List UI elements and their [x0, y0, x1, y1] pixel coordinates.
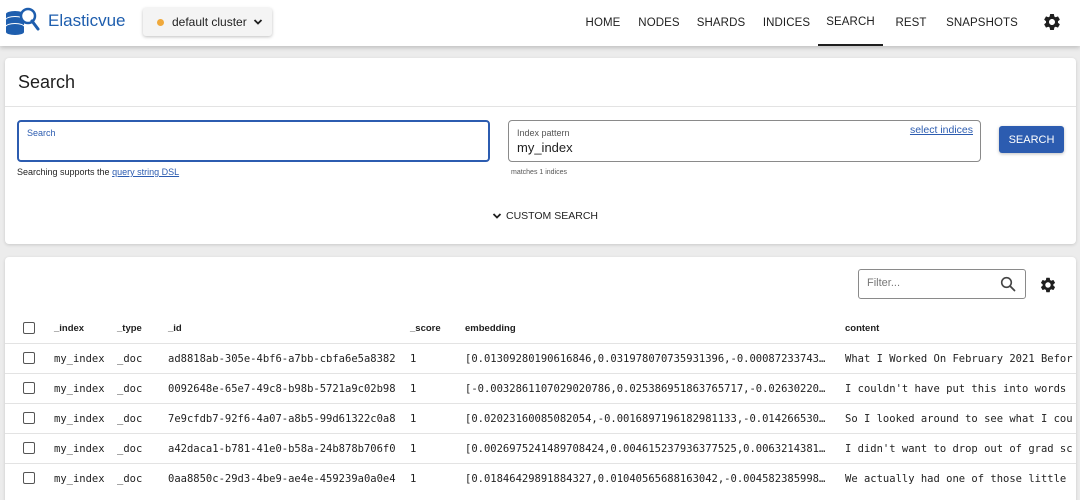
cell-embedding: [0.0026975241489708424,0.004615237936377…: [465, 443, 826, 455]
row-checkbox[interactable]: [23, 442, 35, 454]
search-title: Search: [18, 72, 76, 92]
nav-snapshots[interactable]: SNAPSHOTS: [942, 0, 1022, 46]
index-pattern-label: Index pattern: [517, 128, 570, 138]
chevron-down-icon: [492, 213, 502, 219]
row-checkbox[interactable]: [23, 382, 35, 394]
chevron-down-icon: [253, 19, 262, 25]
index-pattern-field[interactable]: Index pattern my_index select indices: [508, 120, 981, 162]
cell-index: my_index: [54, 443, 105, 455]
table-settings-gear-icon[interactable]: [1039, 276, 1057, 294]
cell-id: a42daca1-b781-41e0-b58a-24b878b706f0: [168, 443, 396, 455]
cell-content: We actually had one of those little: [845, 473, 1067, 485]
select-all-checkbox[interactable]: [23, 322, 35, 334]
search-hint: Searching supports the query string DSL: [17, 167, 179, 177]
cluster-selector-button[interactable]: default cluster: [143, 8, 272, 36]
matches-count: matches 1 indices: [511, 169, 568, 176]
table-row[interactable]: my_index _doc 7e9cfdb7-92f6-4a07-a8b5-99…: [5, 403, 1076, 433]
cell-score: 1: [410, 413, 417, 425]
cell-id: 0092648e-65e7-49c8-b98b-5721a9c02b98: [168, 383, 396, 395]
cell-embedding: [-0.0032861107029020786,0.02538695186376…: [465, 383, 826, 395]
top-app-bar: Elasticvue default cluster HOME NODES SH…: [0, 0, 1080, 46]
filter-field[interactable]: [858, 269, 1026, 299]
settings-gear-icon[interactable]: [1042, 12, 1062, 32]
column-header-content[interactable]: content: [845, 323, 879, 334]
nav-shards[interactable]: SHARDS: [692, 0, 750, 46]
cell-score: 1: [410, 353, 417, 365]
row-checkbox[interactable]: [23, 412, 35, 424]
cell-content: What I Worked On February 2021 Befor: [845, 353, 1073, 365]
cell-index: my_index: [54, 353, 105, 365]
row-checkbox[interactable]: [23, 472, 35, 484]
cell-type: _doc: [117, 413, 143, 425]
cell-id: 0aa8850c-29d3-4be9-ae4e-459239a0a0e4: [168, 473, 396, 485]
select-indices-link[interactable]: select indices: [910, 124, 973, 136]
cell-index: my_index: [54, 413, 105, 425]
search-button[interactable]: SEARCH: [999, 126, 1064, 153]
query-string-dsl-link[interactable]: query string DSL: [112, 167, 179, 177]
cell-index: my_index: [54, 383, 105, 395]
search-hint-text: Searching supports the: [17, 167, 113, 177]
table-row[interactable]: my_index _doc 0aa8850c-29d3-4be9-ae4e-45…: [5, 463, 1076, 493]
column-header-index[interactable]: _index: [54, 323, 84, 334]
cell-embedding: [0.02023160085082054,-0.0016897196182981…: [465, 413, 826, 425]
row-checkbox[interactable]: [23, 352, 35, 364]
cell-embedding: [0.01309280190616846,0.03197807073593139…: [465, 353, 826, 365]
results-card: _index _type _id _score embedding conten…: [5, 257, 1076, 500]
cell-type: _doc: [117, 353, 143, 365]
search-input-label: Search: [27, 128, 56, 138]
nav-search[interactable]: SEARCH: [818, 0, 883, 46]
filter-input[interactable]: [867, 277, 987, 289]
cell-type: _doc: [117, 443, 143, 455]
nav-indices[interactable]: INDICES: [759, 0, 814, 46]
divider: [5, 106, 1076, 107]
column-header-type[interactable]: _type: [117, 323, 142, 334]
custom-search-toggle[interactable]: CUSTOM SEARCH: [492, 210, 598, 222]
search-card: Search Search Searching supports the que…: [5, 58, 1076, 244]
custom-search-label: CUSTOM SEARCH: [506, 210, 598, 222]
cell-index: my_index: [54, 473, 105, 485]
elasticvue-logo-icon[interactable]: [4, 5, 40, 39]
cell-type: _doc: [117, 473, 143, 485]
cell-score: 1: [410, 473, 417, 485]
table-row[interactable]: my_index _doc 0092648e-65e7-49c8-b98b-57…: [5, 373, 1076, 403]
cell-content: So I looked around to see what I cou: [845, 413, 1073, 425]
search-icon: [1000, 276, 1016, 292]
column-header-score[interactable]: _score: [410, 323, 441, 334]
cell-score: 1: [410, 443, 417, 455]
cell-id: ad8818ab-305e-4bf6-a7bb-cbfa6e5a8382: [168, 353, 396, 365]
index-pattern-value: my_index: [517, 140, 573, 155]
cell-content: I didn't want to drop out of grad sc: [845, 443, 1073, 455]
app-title[interactable]: Elasticvue: [48, 11, 125, 31]
cell-score: 1: [410, 383, 417, 395]
nav-rest[interactable]: REST: [891, 0, 931, 46]
column-header-id[interactable]: _id: [168, 323, 182, 334]
cluster-status-dot: [157, 18, 164, 26]
table-row[interactable]: my_index _doc ad8818ab-305e-4bf6-a7bb-cb…: [5, 343, 1076, 373]
cell-type: _doc: [117, 383, 143, 395]
search-input[interactable]: Search: [17, 120, 490, 162]
cluster-label: default cluster: [172, 15, 247, 29]
cell-embedding: [0.01846429891884327,0.01040565688163042…: [465, 473, 826, 485]
cell-content: I couldn't have put this into words: [845, 383, 1067, 395]
nav-home[interactable]: HOME: [578, 0, 628, 46]
column-header-embedding[interactable]: embedding: [465, 323, 516, 334]
nav-nodes[interactable]: NODES: [634, 0, 684, 46]
table-row[interactable]: my_index _doc a42daca1-b781-41e0-b58a-24…: [5, 433, 1076, 463]
cell-id: 7e9cfdb7-92f6-4a07-a8b5-99d61322c0a8: [168, 413, 396, 425]
